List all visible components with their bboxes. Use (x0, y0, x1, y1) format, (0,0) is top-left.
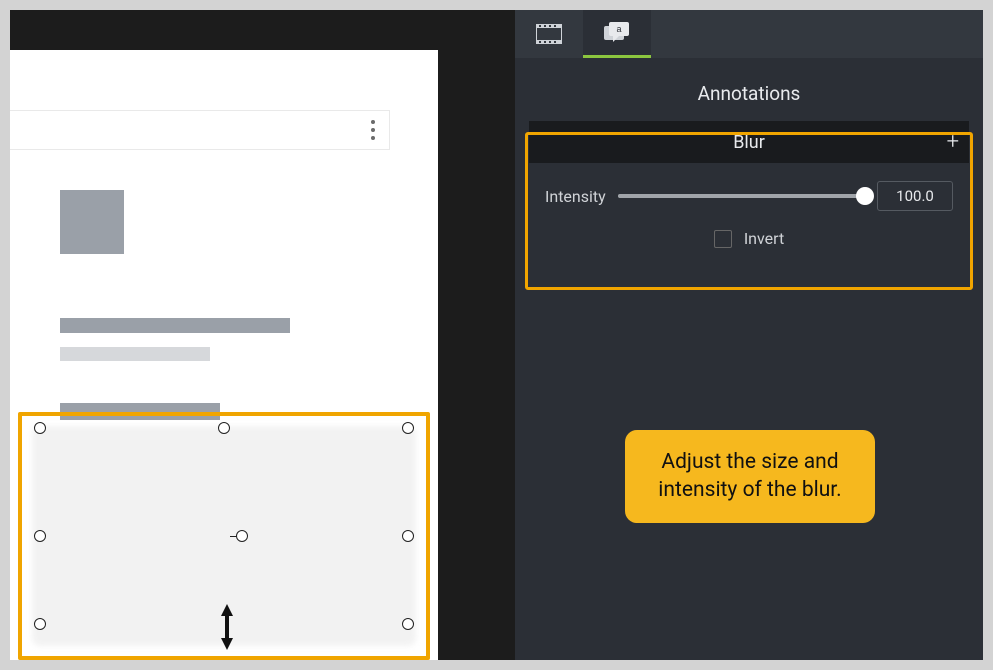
tutorial-callout: Adjust the size and intensity of the blu… (625, 430, 875, 523)
blur-controls: Intensity 100.0 Invert (529, 163, 969, 272)
invert-label: Invert (744, 229, 784, 248)
slider-fill (618, 194, 865, 198)
mock-text-line (60, 347, 210, 361)
browser-mock (10, 50, 438, 660)
svg-text:a: a (616, 24, 621, 34)
filmstrip-icon (536, 24, 562, 44)
resize-handle-ml[interactable] (34, 530, 46, 542)
resize-handle-tm[interactable] (218, 422, 230, 434)
canvas-area (10, 10, 515, 660)
resize-handle-tl[interactable] (34, 422, 46, 434)
section-title: Blur (733, 132, 765, 153)
tab-media[interactable] (515, 10, 583, 58)
resize-handle-br[interactable] (402, 618, 414, 630)
rotation-handle[interactable] (236, 530, 248, 542)
app-frame: a Annotations Blur + Intensity 100.0 Inv (10, 10, 983, 660)
invert-row: Invert (545, 229, 953, 248)
resize-arrow-icon[interactable] (218, 602, 236, 652)
intensity-label: Intensity (545, 187, 606, 206)
intensity-slider[interactable] (618, 194, 865, 198)
url-bar (10, 110, 390, 150)
intensity-row: Intensity 100.0 (545, 181, 953, 211)
panel-tab-bar: a (515, 10, 983, 58)
mock-text-line (60, 318, 290, 333)
intensity-value-input[interactable]: 100.0 (877, 181, 953, 211)
resize-handle-tr[interactable] (402, 422, 414, 434)
kebab-menu-icon[interactable] (371, 120, 375, 140)
tab-annotations[interactable]: a (583, 10, 651, 58)
invert-checkbox[interactable] (714, 230, 732, 248)
add-button[interactable]: + (947, 130, 959, 155)
panel-title: Annotations (515, 58, 983, 121)
resize-handle-bl[interactable] (34, 618, 46, 630)
slider-thumb[interactable] (856, 187, 874, 205)
mock-page-content (60, 190, 290, 420)
properties-panel: a Annotations Blur + Intensity 100.0 Inv (515, 10, 983, 660)
blur-annotation-selection[interactable] (18, 412, 430, 660)
resize-handle-mr[interactable] (402, 530, 414, 542)
annotation-icon: a (603, 22, 631, 44)
mock-avatar (60, 190, 124, 254)
section-header-blur: Blur + (529, 121, 969, 163)
